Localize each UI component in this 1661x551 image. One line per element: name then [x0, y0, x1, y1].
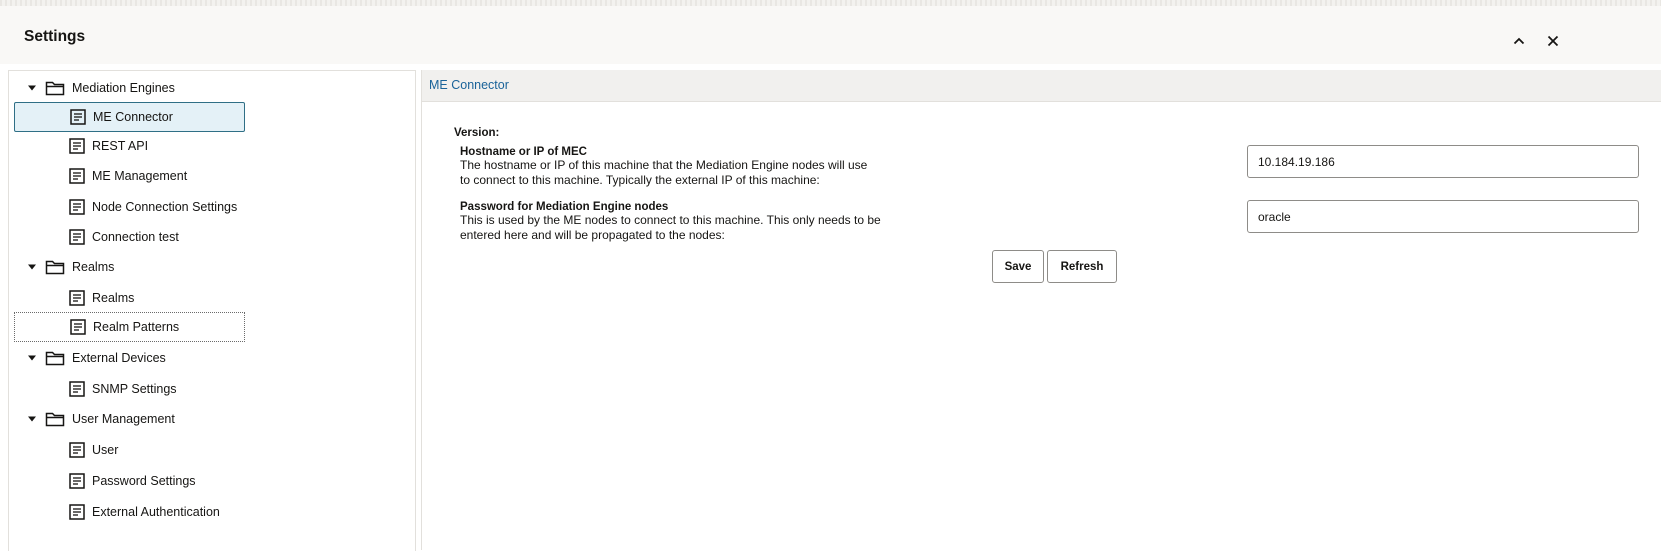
- settings-panel: ME Connector Version: Hostname or IP of …: [421, 70, 1661, 550]
- document-icon: [69, 441, 87, 459]
- tree-item-realms[interactable]: Realms: [14, 283, 245, 313]
- document-icon: [69, 380, 87, 398]
- caret-down-icon[interactable]: [25, 81, 39, 95]
- hostname-description: The hostname or IP of this machine that …: [460, 158, 900, 188]
- hostname-input[interactable]: [1247, 145, 1639, 178]
- hostname-label: Hostname or IP of MEC: [460, 146, 587, 158]
- folder-label: Realms: [72, 260, 115, 274]
- chevron-up-icon: [1513, 37, 1525, 45]
- tree-item-label: Connection test: [92, 230, 179, 244]
- tree-item-label: REST API: [92, 139, 149, 153]
- document-icon: [70, 318, 88, 336]
- document-icon: [69, 289, 87, 307]
- password-label: Password for Mediation Engine nodes: [460, 201, 669, 213]
- tree-item-label: Node Connection Settings: [92, 200, 238, 214]
- caret-down-icon[interactable]: [25, 260, 39, 274]
- tree-item-label: Realms: [92, 291, 135, 305]
- document-icon: [70, 108, 88, 126]
- tree-folder-user-management[interactable]: User Management: [15, 404, 255, 434]
- document-icon: [69, 198, 87, 216]
- panel-header: ME Connector: [422, 70, 1661, 102]
- document-icon: [69, 137, 87, 155]
- password-desc-line: This is used by the ME nodes to connect …: [460, 213, 881, 227]
- close-button[interactable]: [1542, 30, 1564, 52]
- tree-item-label: Password Settings: [92, 474, 196, 488]
- tree-item-me-management[interactable]: ME Management: [14, 161, 245, 191]
- dialog-title: Settings: [24, 28, 86, 45]
- hostname-desc-line: to connect to this machine. Typically th…: [460, 173, 820, 187]
- caret-down-icon[interactable]: [25, 351, 39, 365]
- close-icon: [1547, 35, 1559, 47]
- password-input[interactable]: [1247, 200, 1639, 233]
- folder-icon: [45, 410, 67, 428]
- tree-item-user[interactable]: User: [14, 435, 245, 465]
- folder-icon: [45, 79, 67, 97]
- dialog-header: Settings: [0, 6, 1661, 64]
- folder-icon: [45, 349, 67, 367]
- document-icon: [69, 503, 87, 521]
- tree-item-connection-test[interactable]: Connection test: [14, 222, 245, 252]
- tree-item-label: External Authentication: [92, 505, 220, 519]
- tree-item-external-authentication[interactable]: External Authentication: [14, 497, 245, 527]
- tree-folder-mediation-engines[interactable]: Mediation Engines: [15, 73, 255, 103]
- version-label: Version:: [454, 127, 500, 139]
- tree-item-node-connection-settings[interactable]: Node Connection Settings: [14, 192, 245, 222]
- save-button[interactable]: Save: [992, 250, 1044, 283]
- collapse-button[interactable]: [1508, 30, 1530, 52]
- folder-icon: [45, 258, 67, 276]
- tree-item-label: ME Management: [92, 169, 188, 183]
- folder-label: External Devices: [72, 351, 166, 365]
- refresh-button[interactable]: Refresh: [1047, 250, 1117, 283]
- panel-title: ME Connector: [429, 78, 509, 92]
- password-description: This is used by the ME nodes to connect …: [460, 213, 900, 243]
- tree-folder-external-devices[interactable]: External Devices: [15, 343, 255, 373]
- tree-item-rest-api[interactable]: REST API: [14, 131, 245, 161]
- tree-item-realm-patterns[interactable]: Realm Patterns: [14, 312, 245, 342]
- password-desc-line: entered here and will be propagated to t…: [460, 228, 725, 242]
- document-icon: [69, 228, 87, 246]
- folder-label: Mediation Engines: [72, 81, 175, 95]
- caret-down-icon[interactable]: [25, 412, 39, 426]
- tree-item-snmp-settings[interactable]: SNMP Settings: [14, 374, 245, 404]
- tree-item-password-settings[interactable]: Password Settings: [14, 466, 245, 496]
- hostname-desc-line: The hostname or IP of this machine that …: [460, 158, 868, 172]
- tree-item-label: User: [92, 443, 119, 457]
- document-icon: [69, 167, 87, 185]
- tree-folder-realms[interactable]: Realms: [15, 252, 255, 282]
- settings-tree: Mediation Engines ME Connector REST API …: [8, 70, 416, 551]
- tree-item-label: SNMP Settings: [92, 382, 177, 396]
- folder-label: User Management: [72, 412, 175, 426]
- document-icon: [69, 472, 87, 490]
- tree-item-label: Realm Patterns: [93, 320, 180, 334]
- tree-item-label: ME Connector: [93, 110, 173, 124]
- tree-item-me-connector[interactable]: ME Connector: [14, 102, 245, 132]
